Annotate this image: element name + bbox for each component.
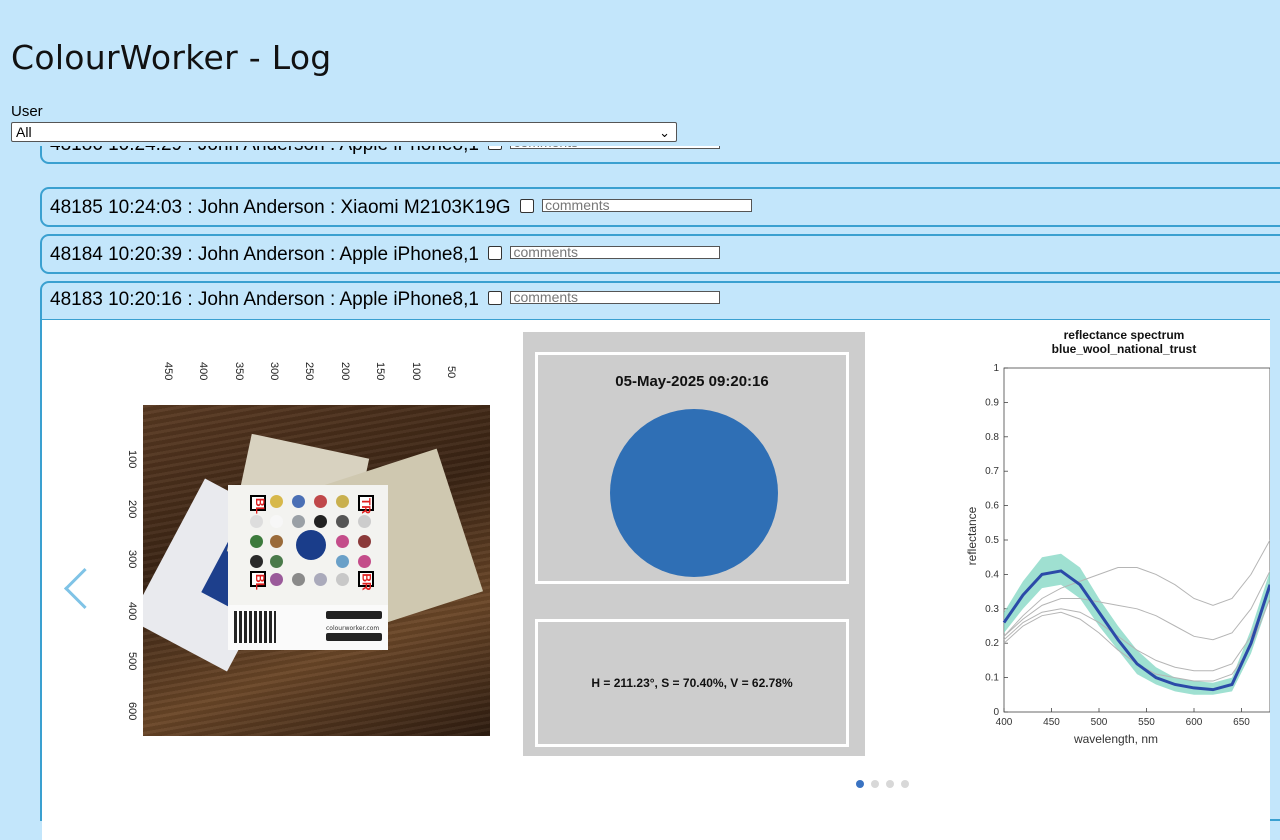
- y-tick-label: 0.6: [985, 501, 999, 512]
- x-tick-label: 550: [1138, 717, 1155, 728]
- log-entry-text: 48183 10:20:16 : John Anderson : Apple i…: [50, 289, 479, 310]
- y-tick-label: 0.4: [985, 569, 999, 580]
- y-tick-label: 0.9: [985, 397, 999, 408]
- card-website: colourworker.com: [326, 625, 380, 632]
- comments-input[interactable]: comments: [542, 199, 753, 213]
- card-corner-label: BR: [359, 573, 374, 591]
- carousel-dot[interactable]: [856, 780, 864, 788]
- x-tick-label: 300: [268, 362, 280, 381]
- x-tick-label: 250: [303, 362, 315, 381]
- log-entry[interactable]: 48184 10:20:39 : John Anderson : Apple i…: [40, 234, 1280, 274]
- comments-input[interactable]: comments: [510, 246, 721, 260]
- x-tick-label: 450: [1043, 717, 1060, 728]
- chevron-down-icon: ⌄: [659, 125, 670, 140]
- y-tick-label: 100: [126, 450, 138, 469]
- x-tick-label: 400: [996, 717, 1013, 728]
- google-play-badge: [326, 633, 382, 641]
- user-select[interactable]: All ⌄: [11, 122, 677, 142]
- sample-photo: BL TR BL BR colourworker.com: [143, 405, 490, 736]
- comments-input[interactable]: comments: [510, 291, 721, 305]
- log-entry-text: 48186 10:24:29 : John Anderson : Apple i…: [50, 146, 479, 155]
- y-tick-label: 0.3: [985, 604, 999, 615]
- chart-title: reflectance spectrum: [1064, 328, 1185, 342]
- carousel-indicator[interactable]: [856, 773, 916, 792]
- x-tick-label: 500: [1091, 717, 1108, 728]
- y-tick-label: 0.8: [985, 432, 999, 443]
- log-entry-expanded[interactable]: 48183 10:20:16 : John Anderson : Apple i…: [40, 281, 1280, 840]
- entry-checkbox[interactable]: [488, 290, 503, 305]
- log-entry-header[interactable]: 48183 10:20:16 : John Anderson : Apple i…: [42, 281, 1280, 321]
- y-tick-label: 400: [126, 602, 138, 621]
- x-tick-label: 650: [1233, 717, 1250, 728]
- app-store-badge: [326, 611, 382, 619]
- y-tick-label: 500: [126, 652, 138, 671]
- user-filter-label: User: [11, 103, 43, 120]
- entry-detail-panel: 450 400 350 300 250 200 150 100 50 100 2…: [42, 319, 1270, 840]
- card-corner-label: TR: [359, 498, 373, 514]
- carousel-dot[interactable]: [886, 780, 894, 788]
- entry-checkbox[interactable]: [488, 146, 503, 150]
- entry-checkbox[interactable]: [519, 198, 534, 213]
- log-entry[interactable]: 48186 10:24:29 : John Anderson : Apple i…: [40, 146, 1280, 164]
- y-tick-label: 0: [993, 707, 999, 718]
- x-tick-label: 150: [374, 362, 386, 381]
- photo-figure: 450 400 350 300 250 200 150 100 50 100 2…: [82, 340, 492, 750]
- measurement-figure: 05-May-2025 09:20:16 H = 211.23°, S = 70…: [523, 332, 865, 756]
- card-corner-label: BL: [253, 498, 267, 514]
- x-tick-label: 450: [162, 362, 174, 381]
- y-tick-label: 0.1: [985, 673, 999, 684]
- y-tick-label: 300: [126, 550, 138, 569]
- hsv-readout: H = 211.23°, S = 70.40%, V = 62.78%: [591, 676, 793, 690]
- carousel-dot[interactable]: [871, 780, 879, 788]
- chart-subtitle: blue_wool_national_trust: [1052, 342, 1197, 356]
- carousel-dot[interactable]: [901, 780, 909, 788]
- y-tick-label: 0.2: [985, 638, 999, 649]
- measurement-date: 05-May-2025 09:20:16: [615, 373, 769, 390]
- x-tick-label: 50: [445, 366, 457, 379]
- x-tick-label: 600: [1186, 717, 1203, 728]
- x-tick-label: 350: [233, 362, 245, 381]
- user-select-value: All: [16, 124, 32, 140]
- y-axis-label: reflectance: [965, 506, 979, 565]
- entry-checkbox[interactable]: [488, 245, 503, 260]
- qr-code: [234, 611, 276, 643]
- x-axis-label: wavelength, nm: [1073, 732, 1158, 746]
- reflectance-chart: reflectance spectrum blue_wool_national_…: [965, 328, 1270, 746]
- x-tick-label: 100: [410, 362, 422, 381]
- page-title: ColourWorker - Log: [11, 38, 332, 77]
- card-corner-label: BL: [253, 574, 267, 590]
- measured-colour-swatch: [610, 409, 778, 577]
- log-entry-text: 48185 10:24:03 : John Anderson : Xiaomi …: [50, 197, 511, 218]
- colour-chart-card: BL TR BL BR colourworker.com: [228, 485, 388, 650]
- log-entry-text: 48184 10:20:39 : John Anderson : Apple i…: [50, 244, 479, 265]
- y-tick-label: 1: [993, 363, 999, 374]
- y-tick-label: 0.7: [985, 466, 999, 477]
- comments-input[interactable]: comments: [510, 146, 721, 150]
- x-tick-label: 400: [197, 362, 209, 381]
- y-tick-label: 600: [126, 702, 138, 721]
- y-tick-label: 200: [126, 500, 138, 519]
- log-entry[interactable]: 48185 10:24:03 : John Anderson : Xiaomi …: [40, 187, 1280, 227]
- target-swatch: [296, 530, 326, 560]
- y-tick-label: 0.5: [985, 535, 999, 546]
- x-tick-label: 200: [339, 362, 351, 381]
